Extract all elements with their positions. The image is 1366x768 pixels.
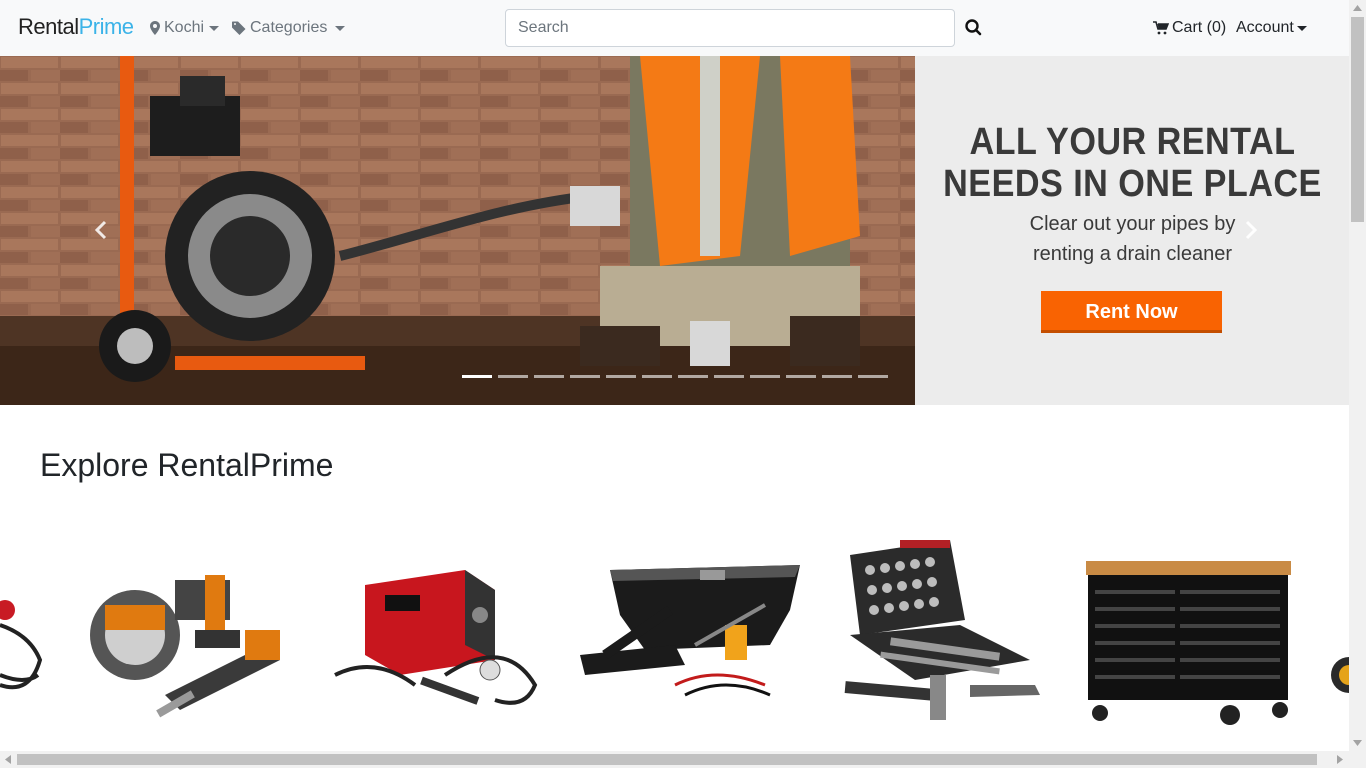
product-card-power-tools[interactable]	[75, 535, 295, 735]
carousel-indicator[interactable]	[642, 375, 672, 378]
categories-label: Categories	[250, 19, 328, 36]
location-dropdown[interactable]: Kochi	[150, 19, 220, 37]
hero-promo-panel: ALL YOUR RENTAL NEEDS IN ONE PLACE Clear…	[916, 56, 1349, 405]
carousel-indicator[interactable]	[822, 375, 852, 378]
cart-icon	[1153, 21, 1169, 35]
carousel-next-button[interactable]	[1238, 218, 1262, 242]
carousel-indicator[interactable]	[498, 375, 528, 378]
vertical-scrollbar-thumb[interactable]	[1351, 17, 1364, 222]
search-input[interactable]	[505, 9, 955, 47]
hero-subtitle-line2: renting a drain cleaner	[1032, 243, 1232, 265]
horizontal-scrollbar[interactable]	[0, 751, 1349, 768]
hero-headline-line2: NEEDS IN ONE PLACE	[943, 163, 1322, 205]
logo-part-rental: Rental	[18, 14, 79, 39]
hero-subtitle-line1: Clear out your pipes by	[1029, 213, 1236, 235]
chevron-right-icon	[1245, 220, 1258, 240]
carousel-prev-button[interactable]	[90, 218, 114, 242]
hero-image	[0, 56, 915, 405]
product-card-partial-left[interactable]	[0, 535, 50, 735]
scroll-up-icon	[1353, 5, 1362, 11]
product-card-tool-chest[interactable]	[1080, 535, 1295, 735]
map-marker-icon	[150, 21, 160, 35]
product-card-tool-set[interactable]	[820, 535, 1060, 735]
carousel-indicator[interactable]	[786, 375, 816, 378]
carousel-indicator[interactable]	[570, 375, 600, 378]
horizontal-scrollbar-thumb[interactable]	[17, 754, 1317, 765]
scroll-down-icon	[1353, 740, 1362, 746]
carousel-indicator[interactable]	[606, 375, 636, 378]
carousel-indicator[interactable]	[858, 375, 888, 378]
product-card-partial-right[interactable]	[1330, 535, 1349, 735]
carousel-indicator[interactable]	[534, 375, 564, 378]
explore-heading: Explore RentalPrime	[40, 447, 334, 483]
location-label: Kochi	[164, 19, 205, 36]
cart-link[interactable]: Cart (0)	[1153, 19, 1226, 37]
cart-label: Cart (0)	[1172, 19, 1227, 36]
vertical-scrollbar[interactable]	[1349, 0, 1366, 768]
carousel-indicator[interactable]	[678, 375, 708, 378]
hero-headline-line1: ALL YOUR RENTAL	[969, 121, 1296, 163]
carousel-indicators	[462, 375, 888, 378]
scroll-left-icon	[5, 755, 11, 764]
carousel-indicator[interactable]	[714, 375, 744, 378]
logo-part-prime: Prime	[78, 14, 134, 39]
account-label: Account	[1236, 19, 1294, 36]
search-icon	[965, 19, 982, 36]
rent-now-button[interactable]: Rent Now	[1041, 291, 1222, 333]
carousel-indicator[interactable]	[750, 375, 780, 378]
product-card-welder[interactable]	[325, 535, 555, 735]
account-dropdown[interactable]: Account	[1236, 19, 1307, 37]
chevron-down-icon	[335, 25, 346, 31]
hero-carousel: ALL YOUR RENTAL NEEDS IN ONE PLACE Clear…	[0, 56, 1349, 405]
tag-icon	[232, 21, 246, 35]
chevron-left-icon	[94, 220, 107, 240]
categories-dropdown[interactable]: Categories	[232, 19, 346, 37]
navbar: RentalPrime Kochi Categories Cart (0) Ac…	[0, 0, 1349, 56]
product-card-toolbox-jack[interactable]	[575, 535, 805, 735]
chevron-down-icon	[1296, 25, 1307, 31]
scroll-right-icon	[1337, 755, 1343, 764]
logo[interactable]: RentalPrime	[18, 14, 134, 40]
carousel-indicator[interactable]	[462, 375, 492, 378]
chevron-down-icon	[209, 25, 220, 31]
search-button[interactable]	[962, 16, 986, 40]
